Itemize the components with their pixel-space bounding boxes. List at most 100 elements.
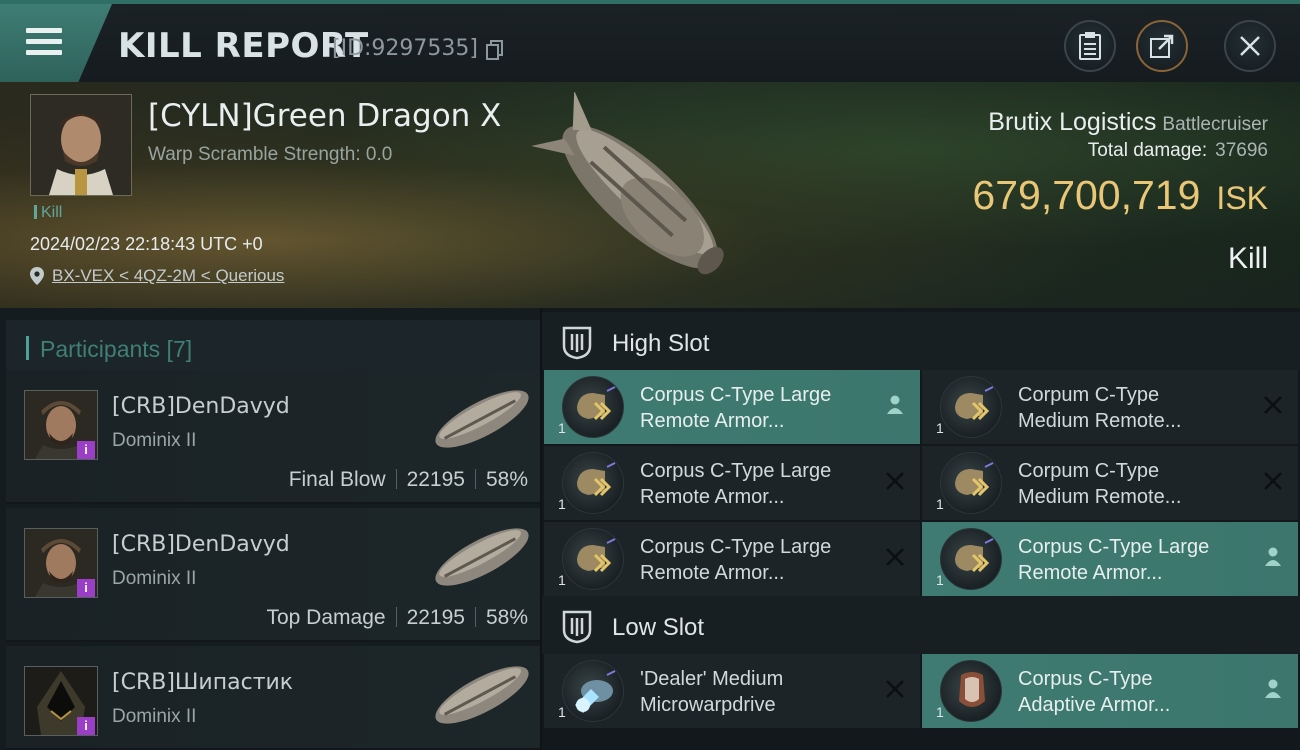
- location-pin-icon: [30, 267, 44, 285]
- fitting-slots-panel: High Slot 1 Corpus C-Type Large Remote Ar…: [542, 308, 1300, 750]
- module-item[interactable]: 1 Corpum C-Type Medium Remote...: [922, 370, 1298, 444]
- module-quantity: 1: [936, 704, 944, 720]
- high-slot-title: High Slot: [612, 330, 710, 357]
- destroyed-x-icon: [1264, 472, 1282, 490]
- microwarpdrive-icon: [562, 660, 624, 722]
- participants-header: Participants [7]: [6, 320, 540, 372]
- module-quantity: 1: [558, 572, 566, 588]
- module-item[interactable]: 1 Corpus C-Type Large Remote Armor...: [922, 522, 1298, 596]
- location-row: BX-VEX < 4QZ-2M < Querious: [30, 266, 284, 286]
- armor-repairer-icon: [562, 452, 624, 514]
- dropped-person-icon: [1265, 679, 1281, 698]
- participant-avatar[interactable]: i: [24, 666, 98, 736]
- armor-repairer-icon: [940, 528, 1002, 590]
- participant-percent: 58%: [485, 468, 528, 491]
- module-quantity: 1: [558, 420, 566, 436]
- participant-avatar[interactable]: i: [24, 390, 98, 460]
- top-bar: KILL REPORT [ID:9297535]: [0, 0, 1300, 82]
- participant-stats: Final Blow 22195 58%: [289, 468, 528, 492]
- destroyed-x-icon: [886, 680, 904, 698]
- destroyed-x-icon: [1264, 396, 1282, 414]
- module-name: Corpus C-Type Large Remote Armor...: [1018, 536, 1210, 584]
- copy-icon[interactable]: [486, 40, 504, 60]
- participant-ship: Dominix II: [112, 568, 197, 589]
- module-item[interactable]: 1 Corpus C-Type Large Remote Armor...: [544, 522, 920, 596]
- participant-badge: i: [77, 441, 95, 459]
- isk-unit: ISK: [1216, 180, 1268, 216]
- module-quantity: 1: [558, 496, 566, 512]
- armor-repairer-icon: [940, 452, 1002, 514]
- victim-name: [CYLN]Green Dragon X: [148, 98, 502, 134]
- participant-row[interactable]: i [CRB]DenDavyd Dominix II Top Damage 221…: [6, 508, 540, 642]
- isk-value: 679,700,719: [972, 172, 1201, 218]
- participant-row[interactable]: i [CRB]Шипастик Dominix II: [6, 646, 540, 750]
- participant-role: Final Blow: [288, 468, 386, 491]
- share-button[interactable]: [1136, 20, 1188, 72]
- participant-badge: i: [77, 717, 95, 735]
- destroyed-x-icon: [886, 548, 904, 566]
- high-slot-header: High Slot: [542, 312, 1300, 370]
- victim-ship-image: [531, 92, 724, 275]
- close-button[interactable]: [1224, 20, 1276, 72]
- participants-title: Participants [7]: [40, 336, 193, 362]
- high-slot-icon: [562, 326, 592, 360]
- share-icon: [1150, 34, 1174, 58]
- low-slot-icon: [562, 610, 592, 644]
- participant-row[interactable]: i [CRB]DenDavyd Dominix II Final Blow 221…: [6, 370, 540, 504]
- module-name: Corpum C-Type Medium Remote...: [1018, 460, 1182, 508]
- location-link[interactable]: BX-VEX < 4QZ-2M < Querious: [52, 266, 284, 286]
- armor-repairer-icon: [562, 528, 624, 590]
- participant-ship-image: [435, 390, 529, 448]
- module-item[interactable]: 1 Corpus C-Type Large Remote Armor...: [544, 370, 920, 444]
- close-icon: [1240, 36, 1260, 56]
- module-quantity: 1: [558, 704, 566, 720]
- participant-name: [CRB]Шипастик: [112, 670, 294, 695]
- module-name: Corpus C-Type Large Remote Armor...: [640, 384, 832, 432]
- victim-ship-info: Brutix Logistics Battlecruiser: [988, 108, 1268, 137]
- victim-avatar[interactable]: [30, 94, 132, 196]
- module-item[interactable]: 1 Corpus C-Type Large Remote Armor...: [544, 446, 920, 520]
- armor-repairer-icon: [562, 376, 624, 438]
- participant-name: [CRB]DenDavyd: [112, 532, 290, 557]
- participant-role: Top Damage: [266, 606, 386, 629]
- module-name: 'Dealer' Medium Microwarpdrive: [640, 668, 784, 716]
- low-slot-title: Low Slot: [612, 614, 705, 641]
- dropped-person-icon: [1265, 547, 1281, 566]
- participant-avatar[interactable]: i: [24, 528, 98, 598]
- participant-damage: 22195: [406, 606, 465, 629]
- kill-summary-panel: [CYLN]Green Dragon X Warp Scramble Stren…: [0, 82, 1300, 308]
- participant-badge: i: [77, 579, 95, 597]
- kill-result: Kill: [1227, 242, 1268, 275]
- total-damage-value: 37696: [1215, 140, 1268, 161]
- armor-repairer-icon: [940, 376, 1002, 438]
- module-name: Corpus C-Type Adaptive Armor...: [1018, 668, 1171, 716]
- adaptive-armor-icon: [940, 660, 1002, 722]
- victim-ship-name[interactable]: Brutix Logistics: [988, 108, 1156, 136]
- isk-value-row: 679,700,719 ISK: [972, 172, 1268, 219]
- participant-percent: 58%: [485, 606, 528, 629]
- dropped-person-icon: [887, 395, 903, 414]
- victim-portrait-icon: [31, 95, 131, 195]
- clipboard-button[interactable]: [1064, 20, 1116, 72]
- participant-name: [CRB]DenDavyd: [112, 394, 290, 419]
- destroyed-x-icon: [886, 472, 904, 490]
- module-quantity: 1: [936, 496, 944, 512]
- total-damage: Total damage: 37696: [1088, 140, 1268, 162]
- kill-tag: Kill: [34, 204, 62, 222]
- module-item[interactable]: 1 'Dealer' Medium Microwarpdrive: [544, 654, 920, 728]
- participant-ship: Dominix II: [112, 706, 197, 727]
- participant-ship: Dominix II: [112, 430, 197, 451]
- total-damage-label: Total damage:: [1087, 140, 1208, 161]
- participant-ship-image: [435, 528, 529, 586]
- participant-stats: Top Damage 22195 58%: [266, 606, 528, 630]
- hamburger-menu-icon[interactable]: [26, 28, 62, 56]
- clipboard-icon: [1079, 32, 1101, 60]
- module-quantity: 1: [936, 420, 944, 436]
- module-item[interactable]: 1 Corpum C-Type Medium Remote...: [922, 446, 1298, 520]
- warp-scramble-strength: Warp Scramble Strength: 0.0: [148, 144, 393, 165]
- kill-timestamp: 2024/02/23 22:18:43 UTC +0: [30, 234, 263, 254]
- module-item[interactable]: 1 Corpus C-Type Adaptive Armor...: [922, 654, 1298, 728]
- menu-tab[interactable]: [0, 4, 112, 82]
- participant-ship-image: [435, 666, 529, 724]
- module-name: Corpum C-Type Medium Remote...: [1018, 384, 1182, 432]
